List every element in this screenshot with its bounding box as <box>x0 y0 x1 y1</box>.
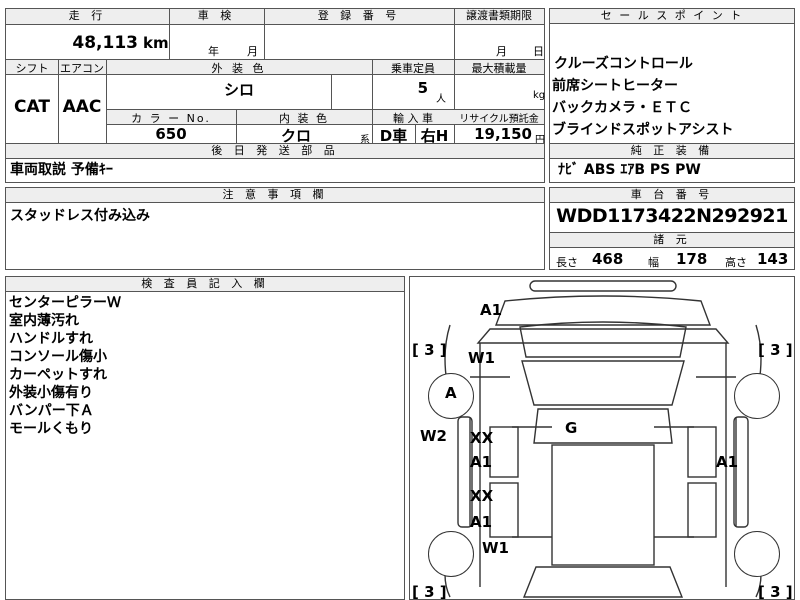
mark-front-bumper: A1 <box>480 301 503 319</box>
sales-point-item: 前席シートヒーター <box>552 78 678 94</box>
chassis-header: 車 台 番 号 <box>550 188 794 203</box>
sales-points-box: セ ー ル ス ポ イ ン ト クルーズコントロール 前席シートヒーター バック… <box>549 8 795 144</box>
mark-roof: G <box>565 419 578 437</box>
inspector-notes: センターピラーＷ 室内薄汚れ ハンドルすれ コンソール傷小 カーペットすれ 外装… <box>9 294 121 438</box>
tire-tread-rear-right: [ 3 ] <box>758 583 793 600</box>
sales-point-item: クルーズコントロール <box>554 56 693 72</box>
mileage-header: 走 行 <box>68 9 107 22</box>
width-label: 幅 <box>648 256 659 269</box>
rear-left-wheel <box>428 531 474 577</box>
mark-front-left-fender: A <box>445 384 457 402</box>
equipment-box: 純 正 装 備 ﾅﾋﾞ ABS ｴｱB PS PW <box>549 143 795 183</box>
mark-left-front-door: XX <box>470 429 494 447</box>
equipment-header: 純 正 装 備 <box>550 144 794 159</box>
caution-box: 注 意 事 項 欄 スタッドレス付み込み <box>5 187 545 270</box>
registration-header: 登 録 番 号 <box>317 9 401 22</box>
parts-box: 後 日 発 送 部 品 車両取説 予備ｷｰ <box>5 143 545 183</box>
mileage-value: 48,113 <box>72 33 138 53</box>
inspector-note: モールくもり <box>9 421 93 437</box>
recycle-label: リサイクル預託金 <box>459 114 539 125</box>
inspector-note: 室内薄汚れ <box>9 313 79 329</box>
sales-points-header: セ ー ル ス ポ イ ン ト <box>550 9 794 24</box>
dimensions-header: 諸 元 <box>550 233 794 248</box>
recycle-fee-value: 19,150 <box>474 125 532 143</box>
inspector-note: ハンドルすれ <box>9 331 93 347</box>
mark-left-front-door: A1 <box>470 453 493 471</box>
inspection-header: 車 検 <box>197 9 236 22</box>
mark-left-rear-door: A1 <box>470 513 493 531</box>
damage-diagram: [ 3 ] [ 3 ] [ 3 ] [ 3 ] A1 W1 A W2 G XX … <box>409 276 795 600</box>
transfer-day-unit: 日 <box>533 45 544 58</box>
sales-point-item: ブラインドスポットアシスト <box>552 122 734 138</box>
parts-value: 車両取説 予備ｷｰ <box>10 162 113 178</box>
mark-left-window: W2 <box>420 427 447 445</box>
inspector-note: コンソール傷小 <box>9 349 107 365</box>
caution-header: 注 意 事 項 欄 <box>6 188 544 203</box>
ac-value: AAC <box>62 97 102 117</box>
capacity-unit: 人 <box>436 94 446 105</box>
capacity-value: 5 <box>417 79 428 97</box>
inspector-note: バンパー下Ａ <box>9 403 94 419</box>
width-value: 178 <box>676 250 708 268</box>
inspector-note: カーペットすれ <box>9 367 107 383</box>
length-value: 468 <box>592 250 624 268</box>
mark-windshield: W1 <box>468 349 495 367</box>
exterior-color-value: シロ <box>223 81 254 99</box>
inspector-box: 検 査 員 記 入 欄 センターピラーＷ 室内薄汚れ ハンドルすれ コンソール傷… <box>5 276 405 600</box>
equipment-value: ﾅﾋﾞ ABS ｴｱB PS PW <box>558 162 701 178</box>
mark-right-front-door: A1 <box>716 453 739 471</box>
inspection-year-unit: 年 <box>208 45 219 58</box>
inspector-note: センターピラーＷ <box>9 295 121 311</box>
sales-point-item: バックカメラ・ＥＴＣ <box>552 100 692 116</box>
inspector-header: 検 査 員 記 入 欄 <box>6 277 404 292</box>
inspector-note: 外装小傷有り <box>9 385 93 401</box>
transfer-docs-header: 譲渡書類期限 <box>466 9 532 22</box>
parts-header: 後 日 発 送 部 品 <box>6 144 544 159</box>
shift-value: CAT <box>14 97 50 117</box>
chassis-number: WDD1173422N292921 <box>556 205 788 227</box>
height-value: 143 <box>757 250 789 268</box>
tire-tread-rear-left: [ 3 ] <box>412 583 447 600</box>
front-right-wheel <box>734 373 780 419</box>
transfer-month-unit: 月 <box>496 45 507 58</box>
vehicle-info-table: 走 行 車 検 登 録 番 号 譲渡書類期限 48,113 km 年 月 月 日… <box>5 8 546 146</box>
caution-value: スタッドレス付み込み <box>10 208 150 224</box>
max-load-unit: kg <box>533 90 546 101</box>
tire-tread-front-left: [ 3 ] <box>412 341 447 359</box>
mileage-unit: km <box>143 34 169 52</box>
rear-right-wheel <box>734 531 780 577</box>
mark-left-rear-door: XX <box>470 487 494 505</box>
chassis-box: 車 台 番 号 WDD1173422N292921 諸 元 長さ 468 幅 1… <box>549 187 795 270</box>
color-no-value: 650 <box>155 125 187 143</box>
length-label: 長さ <box>556 256 578 269</box>
mark-rear-window: W1 <box>482 539 509 557</box>
tire-tread-front-right: [ 3 ] <box>758 341 793 359</box>
inspection-month-unit: 月 <box>247 45 258 58</box>
height-label: 高さ <box>725 256 747 269</box>
